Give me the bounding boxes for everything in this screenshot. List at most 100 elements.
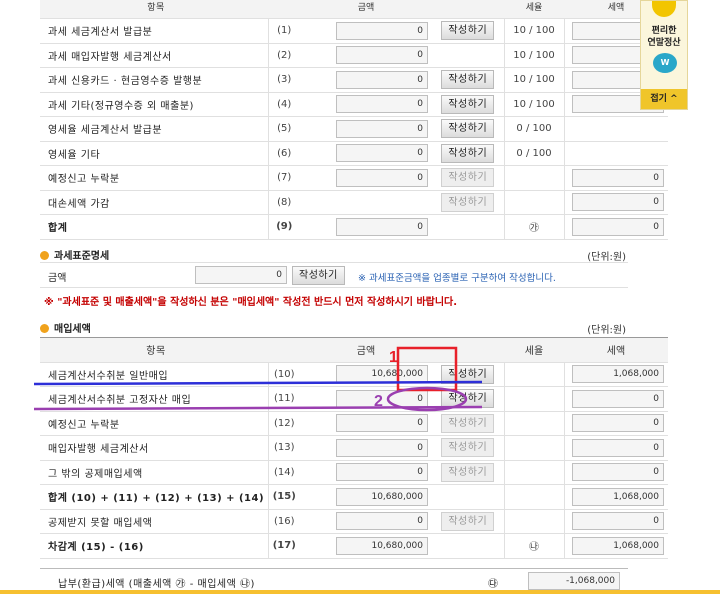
sales-rate-cell: 0 / 100 [503, 116, 564, 142]
sales-row: 과세 세금계산서 발급분(1)0작성하기10 / 1000 [40, 18, 668, 44]
sales-row: 과세 매입자발행 세금계산서(2)010 / 1000 [40, 43, 668, 68]
sales-write-button[interactable]: 작성하기 [441, 192, 495, 212]
purchase-tax-field[interactable]: 1,068,000 [572, 365, 664, 384]
sales-amount-field[interactable]: 0 [336, 119, 428, 138]
sales-amount-field[interactable]: 0 [336, 70, 428, 89]
sales-amount-field[interactable]: 0 [336, 46, 428, 65]
payable-label: 납부(환급)세액 (매출세액 ㉮ - 매입세액 ㉯) [58, 579, 255, 590]
sales-row-label: 과세 세금계산서 발급분 [40, 18, 268, 44]
purchase-rate-cell [503, 386, 564, 412]
purchase-tax-section: 항목 금액 세율 세액 세금계산서수취분 일반매입 (10) 10,680,000 작… [40, 337, 668, 559]
purchase-tax-field[interactable]: 1,068,000 [572, 487, 664, 506]
purchase-row-number: (16) [267, 509, 300, 534]
purchase-write-button[interactable]: 작성하기 [441, 462, 495, 482]
sales-amount-field[interactable]: 0 [336, 95, 428, 114]
purchase-row-label: 차감계 (15) - (16) [40, 533, 268, 559]
purchase-tax-cell: 1,068,000 [563, 533, 668, 559]
sales-row: 과세 신용카드 · 현금영수증 발행분(3)0작성하기10 / 1000 [40, 67, 668, 93]
purchase-amount-field[interactable]: 10,680,000 [336, 536, 428, 555]
sales-button-cell [432, 214, 504, 240]
purchase-row-label: 공제받지 못할 매입세액 [40, 509, 268, 534]
purchase-row-label: 그 밖의 공제매입세액 [40, 460, 268, 485]
purchase-tax-field[interactable]: 0 [572, 463, 664, 482]
sales-amount-cell: 0 [300, 116, 432, 142]
sales-row-label: 예정신고 누락분 [40, 165, 268, 191]
sales-tax-field[interactable]: 0 [572, 217, 664, 236]
sidebar-title[interactable]: 편리한 연말정산 [641, 25, 687, 49]
tax-base-title: 과세표준명세 [40, 247, 109, 262]
tax-base-write-button[interactable]: 작성하기 [292, 266, 345, 285]
purchase-rate-cell [503, 460, 564, 485]
purchase-rate-cell [503, 509, 564, 534]
purchase-amount-field[interactable]: 0 [336, 438, 428, 457]
purchase-amount-cell: 0 [300, 386, 432, 412]
purchase-tax-field[interactable]: 0 [572, 389, 664, 408]
sales-row-label: 과세 신용카드 · 현금영수증 발행분 [40, 67, 268, 93]
purchase-tax-field[interactable]: 1,068,000 [572, 536, 664, 555]
purchase-row-label: 예정신고 누락분 [40, 411, 268, 436]
purchase-tax-cell: 1,068,000 [563, 484, 668, 510]
sales-amount-field[interactable]: 0 [336, 168, 428, 187]
purchase-rate-cell [503, 411, 564, 436]
purchase-amount-field[interactable]: 0 [336, 414, 428, 433]
sales-write-button[interactable]: 작성하기 [441, 21, 495, 41]
purchase-write-button[interactable]: 작성하기 [441, 389, 495, 409]
purchase-write-button[interactable]: 작성하기 [441, 511, 495, 531]
purchase-tax-rows: 세금계산서수취분 일반매입 (10) 10,680,000 작성하기 1,068,000… [40, 362, 668, 559]
sales-write-button[interactable]: 작성하기 [441, 119, 495, 139]
purchase-tax-field[interactable]: 0 [572, 512, 664, 531]
purchase-amount-field[interactable]: 0 [336, 512, 428, 531]
sales-row-label: 영세율 세금계산서 발급분 [40, 116, 268, 142]
purchase-row-number: (10) [267, 362, 300, 387]
sales-tax-table: 항목 금액 세율 세액 과세 세금계산서 발급분 (1) 0 작성하기 10 / 100… [40, 0, 668, 240]
sales-button-cell: 작성하기 [432, 92, 504, 117]
sales-rate-cell: 10 / 100 [503, 92, 564, 117]
sales-tax-section: 항목 금액 세율 세액 과세 세금계산서 발급분 (1) 0 작성하기 10 / 100… [40, 0, 668, 240]
purchase-write-button[interactable]: 작성하기 [441, 438, 495, 458]
sales-tax-cell [563, 116, 668, 142]
sales-amount-cell: 0 [300, 67, 432, 93]
sales-row-number: (5) [267, 116, 300, 142]
purchase-row: 매입자발행 세금계산서 (13) 0 작성하기 0 [40, 435, 668, 461]
purchase-row: 그 밖의 공제매입세액 (14) 0 작성하기 0 [40, 460, 668, 485]
sales-write-button[interactable]: 작성하기 [441, 168, 495, 188]
sales-amount-field[interactable]: 0 [336, 217, 428, 236]
purchase-write-button[interactable]: 작성하기 [441, 413, 495, 433]
purchase-amount-cell: 0 [300, 435, 432, 461]
purchase-tax-cell: 1,068,000 [563, 362, 668, 387]
purchase-tax-field[interactable]: 0 [572, 438, 664, 457]
sales-row: 영세율 세금계산서 발급분 (5) 0 작성하기 0 / 100 [40, 116, 668, 142]
sales-amount-cell: 0 [300, 92, 432, 117]
purchase-amount-cell: 10,680,000 [300, 533, 432, 559]
chat-bubble-icon[interactable]: W [653, 53, 677, 73]
payable-tax-field[interactable]: -1,068,000 [528, 572, 620, 590]
purchase-amount-field[interactable]: 10,680,000 [336, 365, 428, 384]
sales-button-cell: 작성하기 [432, 67, 504, 93]
purchase-tax-field[interactable]: 0 [572, 414, 664, 433]
sales-write-button[interactable]: 작성하기 [441, 143, 495, 163]
purchase-amount-field[interactable]: 0 [336, 389, 428, 408]
sidebar-fold-button[interactable]: 접기 ^ [641, 89, 687, 109]
purchase-row-number: (12) [267, 411, 300, 436]
sales-write-button[interactable]: 작성하기 [441, 70, 495, 90]
sales-rate-cell: 0 / 100 [503, 141, 564, 166]
purchase-row: 차감계 (15) - (16) (17) 10,680,000 ㉯ 1,068,000 [40, 533, 668, 559]
sales-write-button[interactable]: 작성하기 [441, 94, 495, 114]
purchase-write-button[interactable]: 작성하기 [441, 364, 495, 384]
purchase-row-number: (17) [267, 533, 300, 559]
sales-tax-field[interactable]: 0 [572, 193, 664, 212]
sales-button-cell: 작성하기 [432, 116, 504, 142]
tax-base-amount-field[interactable]: 0 [195, 266, 287, 284]
sales-button-cell: 작성하기 [432, 141, 504, 166]
purchase-row: 합계 (10) + (11) + (12) + (13) + (14) (15) 1… [40, 484, 668, 510]
purchase-row: 예정신고 누락분 (12) 0 작성하기 0 [40, 411, 668, 436]
purchase-button-cell: 작성하기 [432, 509, 504, 534]
sales-amount-field[interactable]: 0 [336, 144, 428, 163]
purchase-row-number: (15) [267, 484, 300, 510]
purchase-amount-field[interactable]: 0 [336, 463, 428, 482]
purchase-unit: (단위:원) [587, 325, 626, 336]
sales-row: 합계 (9) 0 ㉮ 0 [40, 214, 668, 240]
sales-tax-field[interactable]: 0 [572, 168, 664, 187]
purchase-amount-field[interactable]: 10,680,000 [336, 487, 428, 506]
sales-amount-field[interactable]: 0 [336, 21, 428, 40]
